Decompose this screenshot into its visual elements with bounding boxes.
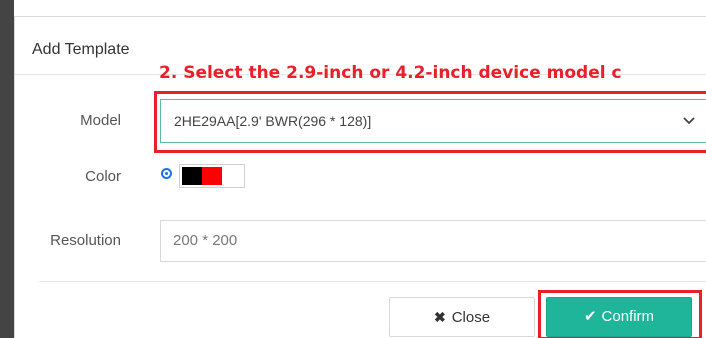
color-label: Color — [85, 168, 121, 185]
check-icon: ✔ — [583, 308, 597, 325]
dialog-title: Add Template — [32, 41, 130, 58]
color-swatch-red — [202, 167, 222, 185]
add-template-dialog: Add Template 2. Select the 2.9-inch or 4… — [14, 16, 706, 338]
backdrop-strip — [0, 0, 14, 338]
model-select[interactable]: 2HE29AA[2.9' BWR(296 * 128)] — [160, 99, 706, 143]
resolution-label: Resolution — [50, 232, 121, 249]
confirm-button-label: Confirm — [601, 308, 655, 325]
resolution-input[interactable]: 200 * 200 — [160, 220, 706, 262]
screen: Add Template 2. Select the 2.9-inch or 4… — [0, 0, 706, 338]
times-icon: ✖ — [433, 309, 446, 325]
model-select-value: 2HE29AA[2.9' BWR(296 * 128)] — [174, 113, 372, 129]
footer-divider — [39, 281, 706, 282]
color-swatch-black — [182, 167, 202, 185]
close-button-label: Close — [451, 309, 491, 326]
resolution-input-value: 200 * 200 — [173, 232, 238, 249]
color-swatch-white — [222, 167, 242, 185]
chevron-down-icon — [683, 117, 695, 125]
model-label: Model — [80, 112, 121, 129]
color-swatch-group — [179, 164, 245, 188]
confirm-button[interactable]: ✔ Confirm — [546, 297, 692, 337]
step-annotation: 2. Select the 2.9-inch or 4.2-inch devic… — [159, 63, 622, 83]
color-radio[interactable] — [161, 168, 172, 179]
close-button[interactable]: ✖ Close — [389, 297, 535, 337]
color-row: Color — [15, 157, 706, 197]
